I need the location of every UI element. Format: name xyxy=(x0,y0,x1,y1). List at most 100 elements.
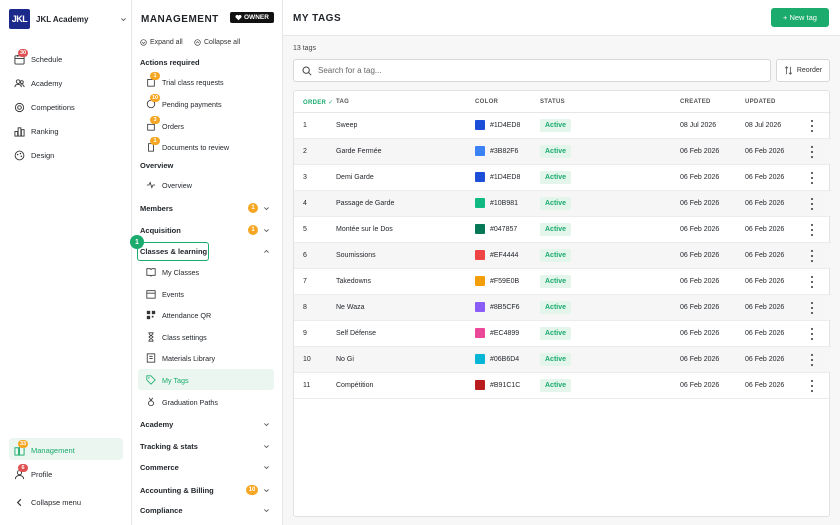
table-header: ORDER ✓ TAG COLOR STATUS CREATED UPDATED xyxy=(294,91,831,113)
more-options-icon[interactable] xyxy=(810,328,814,340)
expand-all-button[interactable]: Expand all xyxy=(140,39,183,46)
row-order: 8 xyxy=(303,304,307,311)
section-commerce[interactable]: Commerce xyxy=(140,463,270,472)
color-swatch xyxy=(475,146,485,156)
row-created: 06 Feb 2026 xyxy=(680,304,720,311)
user-icon: 6 xyxy=(14,464,28,480)
reorder-button[interactable]: Reorder xyxy=(776,59,830,82)
color-swatch xyxy=(475,380,485,390)
collapse-all-button[interactable]: Collapse all xyxy=(194,39,240,46)
more-options-icon[interactable] xyxy=(810,198,814,210)
table-row[interactable]: 3 Demi Garde #1D4ED8 Active 06 Feb 2026 06 Fe… xyxy=(294,165,831,191)
target-icon xyxy=(14,102,25,113)
table-row[interactable]: 9 Self Défense #EC4899 Active 06 Feb 2026 06 … xyxy=(294,321,831,347)
table-row[interactable]: 5 Montée sur le Dos #047857 Active 06 Feb 20… xyxy=(294,217,831,243)
nav-design[interactable]: Design xyxy=(14,150,54,161)
academy-name: JKL Academy xyxy=(36,14,89,24)
class-item-label: Class settings xyxy=(162,332,207,342)
more-options-icon[interactable] xyxy=(810,276,814,288)
section-label: Acquisition xyxy=(140,225,181,235)
book-icon xyxy=(146,267,156,277)
table-row[interactable]: 4 Passage de Garde #10B981 Active 06 Feb 202… xyxy=(294,191,831,217)
collapse-label: Collapse menu xyxy=(31,498,82,507)
section-academy[interactable]: Academy xyxy=(140,420,270,429)
action-label: Trial class requests xyxy=(162,77,224,87)
row-color: #3B82F6 xyxy=(475,146,518,156)
table-row[interactable]: 7 Takedowns #F59E0B Active 06 Feb 2026 06 Feb… xyxy=(294,269,831,295)
class-item-graduation-paths[interactable]: Graduation Paths xyxy=(146,397,218,407)
class-item-my-classes[interactable]: My Classes xyxy=(146,267,199,277)
section-members[interactable]: Members 1 xyxy=(140,203,270,213)
col-tag[interactable]: TAG xyxy=(336,99,349,105)
section-acquisition[interactable]: Acquisition 1 xyxy=(140,225,270,235)
col-color[interactable]: COLOR xyxy=(475,99,498,105)
row-color-hex: #8B5CF6 xyxy=(490,303,520,311)
chevron-down-icon xyxy=(264,423,269,427)
nav-competitions[interactable]: Competitions xyxy=(14,102,75,113)
row-order: 11 xyxy=(303,382,311,389)
action-trial-requests[interactable]: 1 Trial class requests xyxy=(146,72,224,87)
status-badge: Active xyxy=(540,119,572,132)
document-icon: 1 xyxy=(146,137,160,152)
row-color: #10B981 xyxy=(475,198,518,208)
table-row[interactable]: 8 Ne Waza #8B5CF6 Active 06 Feb 2026 06 Feb 2… xyxy=(294,295,831,321)
nav-profile[interactable]: 6 Profile xyxy=(14,464,52,480)
more-options-icon[interactable] xyxy=(810,302,814,314)
more-options-icon[interactable] xyxy=(810,120,814,132)
table-row[interactable]: 6 Soumissions #EF4444 Active 06 Feb 2026 06 F… xyxy=(294,243,831,269)
library-icon xyxy=(146,353,156,363)
nav-ranking[interactable]: Ranking xyxy=(14,126,59,137)
row-color-hex: #10B981 xyxy=(490,199,519,207)
section-badge: 1 xyxy=(248,225,258,235)
row-updated: 06 Feb 2026 xyxy=(745,330,785,337)
table-row[interactable]: 1 Sweep #1D4ED8 Active 08 Jul 2026 08 Jul 202… xyxy=(294,113,831,139)
section-compliance[interactable]: Compliance xyxy=(140,506,270,515)
row-created: 06 Feb 2026 xyxy=(680,200,720,207)
new-tag-button[interactable]: + New tag xyxy=(771,8,829,27)
collapse-menu-button[interactable]: Collapse menu xyxy=(14,497,81,508)
row-tag-name: Soumissions xyxy=(336,252,376,259)
row-updated: 06 Feb 2026 xyxy=(745,200,785,207)
more-options-icon[interactable] xyxy=(810,146,814,158)
table-row[interactable]: 2 Garde Fermée #3B82F6 Active 06 Feb 2026 06 … xyxy=(294,139,831,165)
nav-management[interactable]: 33 Management xyxy=(14,440,75,456)
section-tracking-stats[interactable]: Tracking & stats xyxy=(140,442,270,451)
action-orders[interactable]: 3 Orders xyxy=(146,116,184,131)
col-status[interactable]: STATUS xyxy=(540,99,565,105)
row-tag-name: Passage de Garde xyxy=(336,200,395,207)
tag-count: 13 tags xyxy=(293,45,316,52)
academy-switcher[interactable]: JKL JKL Academy xyxy=(9,9,127,29)
row-order: 6 xyxy=(303,252,307,259)
status-badge: Active xyxy=(540,353,572,366)
class-item-attendance-qr[interactable]: Attendance QR xyxy=(146,310,211,320)
table-row[interactable]: 11 Compétition #B91C1C Active 06 Feb 2026 06 … xyxy=(294,373,831,399)
class-item-class-settings[interactable]: Class settings xyxy=(146,332,207,342)
class-item-my-tags[interactable]: My Tags xyxy=(146,375,189,385)
row-order: 10 xyxy=(303,356,311,363)
action-pending-payments[interactable]: 10 Pending payments xyxy=(146,94,222,109)
overview-link[interactable]: Overview xyxy=(146,180,192,190)
search-input[interactable] xyxy=(318,66,758,75)
section-accounting-billing[interactable]: Accounting & Billing 10 xyxy=(140,485,270,495)
table-row[interactable]: 10 No Gi #06B6D4 Active 06 Feb 2026 06 Feb 20… xyxy=(294,347,831,373)
more-options-icon[interactable] xyxy=(810,224,814,236)
more-options-icon[interactable] xyxy=(810,172,814,184)
col-created[interactable]: CREATED xyxy=(680,99,711,105)
col-updated[interactable]: UPDATED xyxy=(745,99,776,105)
action-badge: 1 xyxy=(150,137,160,145)
more-options-icon[interactable] xyxy=(810,380,814,392)
class-item-materials-library[interactable]: Materials Library xyxy=(146,353,215,363)
more-options-icon[interactable] xyxy=(810,250,814,262)
search-box[interactable] xyxy=(293,59,771,82)
class-item-events[interactable]: Events xyxy=(146,289,184,299)
nav-academy[interactable]: Academy xyxy=(14,78,62,89)
row-updated: 06 Feb 2026 xyxy=(745,148,785,155)
col-order[interactable]: ORDER ✓ xyxy=(303,99,333,106)
row-created: 06 Feb 2026 xyxy=(680,330,720,337)
nav-schedule[interactable]: 30 Schedule xyxy=(14,49,62,65)
more-options-icon[interactable] xyxy=(810,354,814,366)
action-badge: 10 xyxy=(150,94,161,102)
action-documents[interactable]: 1 Documents to review xyxy=(146,137,229,152)
row-updated: 06 Feb 2026 xyxy=(745,226,785,233)
status-badge: Active xyxy=(540,145,572,158)
